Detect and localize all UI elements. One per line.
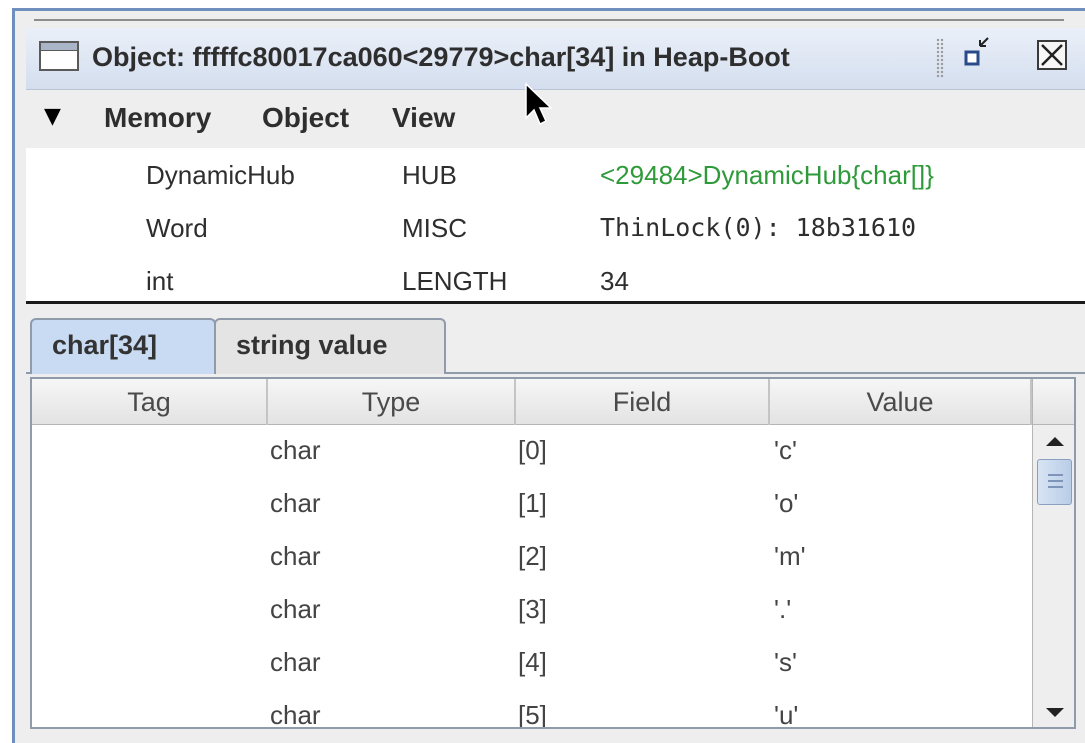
header-field: MISC [402, 213, 467, 243]
scrollbar-thumb[interactable] [1037, 459, 1072, 505]
tab-char-array[interactable]: char[34] [30, 318, 216, 374]
column-header-field[interactable]: Field [516, 379, 770, 425]
header-type: Word [146, 213, 208, 243]
drag-grip-icon[interactable] [936, 38, 944, 78]
cell-field: [5] [518, 700, 547, 729]
scroll-up-icon[interactable] [1033, 425, 1074, 459]
cell-type: char [270, 435, 321, 465]
scroll-down-icon[interactable] [1033, 695, 1074, 727]
table-row[interactable]: char [1] 'o' [32, 478, 1032, 531]
triangle-down-icon[interactable]: ▼ [44, 104, 61, 129]
header-type: int [146, 266, 174, 296]
header-field: LENGTH [402, 266, 508, 296]
vertical-scrollbar[interactable] [1032, 425, 1074, 727]
table-body: char [0] 'c' char [1] 'o' char [2] 'm' c… [32, 425, 1032, 729]
cell-field: [1] [518, 488, 547, 518]
window-icon [39, 41, 79, 71]
tab-strip: char[34] string value [26, 304, 1085, 374]
cell-value: 'u' [774, 700, 799, 729]
header-row-misc: Word MISC ThinLock(0): 18b31610 [26, 203, 1085, 255]
cell-value: 's' [774, 647, 797, 677]
menu-memory[interactable]: Memory [104, 102, 211, 134]
frame-top-divider [34, 19, 1064, 21]
cell-value: '.' [774, 594, 792, 624]
table-row[interactable]: char [5] 'u' [32, 690, 1032, 729]
close-icon[interactable] [1037, 40, 1067, 70]
table-row[interactable]: char [3] '.' [32, 584, 1032, 637]
hub-link[interactable]: <29484>DynamicHub{char[]} [600, 160, 934, 191]
cell-type: char [270, 541, 321, 571]
tab-string-value[interactable]: string value [214, 318, 446, 374]
cell-field: [4] [518, 647, 547, 677]
column-header-tag[interactable]: Tag [32, 379, 268, 425]
title-bar[interactable]: Object: fffffc80017ca060<29779>char[34] … [26, 28, 1085, 90]
cell-type: char [270, 594, 321, 624]
table-row[interactable]: char [4] 's' [32, 637, 1032, 690]
cell-field: [3] [518, 594, 547, 624]
header-row-length: int LENGTH 34 [26, 256, 1085, 308]
restore-icon[interactable] [962, 34, 998, 74]
mouse-cursor-icon [525, 82, 553, 126]
cell-type: char [270, 647, 321, 677]
column-header-value[interactable]: Value [770, 379, 1032, 425]
cell-value: 'c' [774, 435, 797, 465]
grip-lines-icon [1048, 474, 1063, 488]
menu-view[interactable]: View [392, 102, 455, 134]
close-x-glyph [1041, 44, 1063, 66]
header-value: 34 [600, 266, 629, 296]
cell-field: [0] [518, 435, 547, 465]
cell-type: char [270, 700, 321, 729]
column-header-type[interactable]: Type [268, 379, 516, 425]
table-corner [1032, 379, 1074, 425]
table-row[interactable]: char [0] 'c' [32, 425, 1032, 478]
table-row[interactable]: char [2] 'm' [32, 531, 1032, 584]
header-value: ThinLock(0): 18b31610 [600, 213, 917, 242]
window-title: Object: fffffc80017ca060<29779>char[34] … [92, 42, 790, 72]
header-row-hub: DynamicHub HUB <29484>DynamicHub{char[]} [26, 150, 1085, 202]
cell-value: 'm' [774, 541, 806, 571]
cell-type: char [270, 488, 321, 518]
cell-value: 'o' [774, 488, 799, 518]
table-header: Tag Type Field Value [32, 379, 1032, 425]
menu-object[interactable]: Object [262, 102, 349, 134]
cell-field: [2] [518, 541, 547, 571]
object-header-fields: DynamicHub HUB <29484>DynamicHub{char[]}… [26, 148, 1085, 304]
header-field: HUB [402, 160, 457, 190]
elements-table: Tag Type Field Value char [0] 'c' char [… [30, 377, 1076, 729]
header-type: DynamicHub [146, 160, 295, 190]
